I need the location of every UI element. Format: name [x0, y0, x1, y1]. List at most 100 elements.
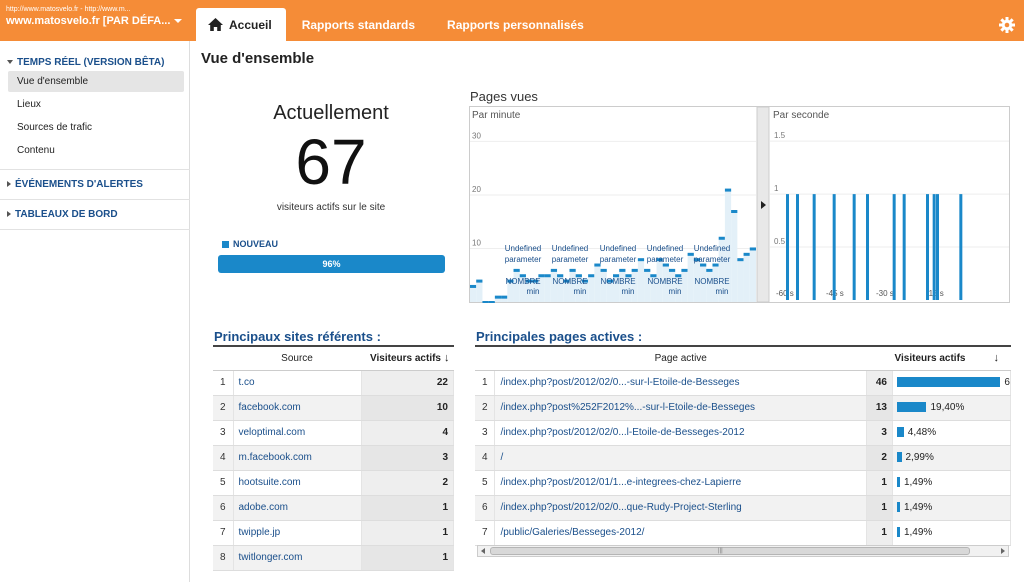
row-index: 2	[475, 395, 496, 421]
grip-icon: |||	[718, 548, 723, 554]
source-link[interactable]: m.facebook.com	[233, 445, 362, 471]
page-link[interactable]: /index.php?post/2012/02/0...-sur-l-Etoil…	[494, 370, 867, 396]
visitors-value: 1	[361, 495, 454, 521]
tab-accueil[interactable]: Accueil	[196, 8, 286, 41]
sidebar-item-locations[interactable]: Lieux	[8, 94, 184, 115]
bar-top	[600, 268, 607, 272]
spike-bar	[786, 194, 789, 300]
y-tick-label: 0.5	[774, 237, 786, 246]
source-link[interactable]: twitlonger.com	[233, 545, 362, 571]
sidebar-item-traffic-sources[interactable]: Sources de trafic	[8, 117, 184, 138]
scroll-right-icon[interactable]	[1001, 548, 1005, 554]
bar-top	[718, 236, 725, 240]
bar-area	[637, 259, 645, 302]
page-link[interactable]: /public/Galeries/Besseges-2012/	[494, 520, 867, 546]
bar-area	[476, 280, 483, 302]
table-row[interactable]: 7 twipple.jp 1	[213, 520, 454, 546]
row-index: 5	[213, 470, 234, 496]
horizontal-scrollbar[interactable]: |||	[477, 545, 1009, 557]
home-icon	[208, 18, 223, 31]
spike-bar	[902, 194, 906, 300]
sidebar-section-realtime[interactable]: TEMPS RÉEL (VERSION BÊTA)	[0, 57, 164, 68]
sidebar-section-alerts[interactable]: ÉVÉNEMENTS D'ALERTES	[0, 179, 143, 190]
source-link[interactable]: twipple.jp	[233, 520, 362, 546]
table-row[interactable]: 4 m.facebook.com 3	[213, 445, 454, 471]
triangle-right-icon	[7, 211, 11, 218]
source-link[interactable]: facebook.com	[233, 395, 362, 421]
sidebar: TEMPS RÉEL (VERSION BÊTA) Vue d'ensemble…	[0, 41, 190, 582]
visitors-bar	[896, 452, 902, 463]
visitors-percent: 1,49%	[903, 476, 933, 488]
y-tick-label: 30	[472, 131, 481, 140]
table-row[interactable]: 7/public/Galeries/Besseges-2012/1 1,49%	[475, 520, 1012, 546]
bar-top	[488, 301, 495, 303]
bar-top	[743, 252, 750, 256]
scroll-thumb[interactable]	[490, 547, 970, 555]
source-link[interactable]: t.co	[233, 370, 362, 396]
bar-top	[737, 258, 744, 262]
page-link[interactable]: /index.php?post/2012/02/0...l-Etoile-de-…	[494, 420, 867, 446]
table-row[interactable]: 6 adobe.com 1	[213, 495, 454, 521]
visitors-value: 10	[361, 395, 454, 421]
table-row[interactable]: 3 veloptimal.com 4	[213, 420, 454, 446]
sidebar-item-content[interactable]: Contenu	[8, 140, 184, 161]
col-index	[475, 346, 495, 371]
table-row[interactable]: 3/index.php?post/2012/02/0...l-Etoile-de…	[475, 420, 1012, 446]
scroll-left-icon[interactable]	[481, 548, 485, 554]
spike-bar	[892, 194, 896, 300]
visitors-value: 2	[866, 445, 893, 471]
page-link[interactable]: /index.php?post/2012/02/0...que-Rudy-Pro…	[494, 495, 867, 521]
account-selector[interactable]: http://www.matosvelo.fr - http://www.m..…	[6, 6, 183, 28]
page-link[interactable]: /index.php?post/2012/01/1...e-integrees-…	[494, 470, 867, 496]
source-link[interactable]: hootsuite.com	[233, 470, 362, 496]
sidebar-section-dashboards[interactable]: TABLEAUX DE BORD	[0, 209, 118, 220]
spike-bar	[932, 194, 936, 300]
bar-area	[749, 248, 756, 302]
visitors-value: 1	[361, 520, 454, 546]
row-index: 3	[213, 420, 234, 446]
visitors-bar	[896, 402, 927, 413]
source-link[interactable]: adobe.com	[233, 495, 362, 521]
new-visitors-bar: 96%	[218, 255, 445, 273]
tab-label: Accueil	[229, 17, 272, 32]
source-link[interactable]: veloptimal.com	[233, 420, 362, 446]
page-link[interactable]: /index.php?post%252F2012%...-sur-l-Etoil…	[494, 395, 867, 421]
table-row[interactable]: 5 hootsuite.com 2	[213, 470, 454, 496]
tab-rapports-personnalises[interactable]: Rapports personnalisés	[431, 8, 600, 41]
pages-table: Page active Visiteurs actifs ↓ 1/index.ph…	[475, 345, 1012, 546]
gear-icon[interactable]	[999, 17, 1015, 33]
col-source[interactable]: Source	[233, 346, 361, 371]
visitors-value: 2	[361, 470, 454, 496]
visitors-value: 3	[866, 420, 893, 446]
table-row[interactable]: 5/index.php?post/2012/01/1...e-integrees…	[475, 470, 1012, 496]
col-visitors[interactable]: Visiteurs actifs ↓	[361, 346, 454, 371]
visitors-percent: 1,49%	[903, 501, 933, 513]
col-page[interactable]: Page active	[494, 346, 867, 371]
table-row[interactable]: 2 facebook.com 10	[213, 395, 454, 421]
table-row[interactable]: 1/index.php?post/2012/02/0...-sur-l-Etoi…	[475, 370, 1012, 396]
row-index: 4	[213, 445, 234, 471]
bar-top	[619, 268, 626, 272]
page-link[interactable]: /	[494, 445, 867, 471]
spike-bar	[812, 194, 816, 300]
spike-bar	[936, 194, 939, 300]
visitors-percent: 4,48%	[907, 426, 937, 438]
table-row[interactable]: 6/index.php?post/2012/02/0...que-Rudy-Pr…	[475, 495, 1012, 521]
table-row[interactable]: 4/2 2,99%	[475, 445, 1012, 471]
bar-top	[631, 268, 638, 272]
triangle-right-icon	[7, 181, 11, 188]
table-row[interactable]: 2/index.php?post%252F2012%...-sur-l-Etoi…	[475, 395, 1012, 421]
pages-title: Principales pages actives :	[476, 329, 643, 344]
table-row[interactable]: 1 t.co 22	[213, 370, 454, 396]
visitors-bar	[896, 377, 1001, 388]
visitors-bar-cell: 4,48%	[892, 420, 1012, 446]
visitors-bar	[896, 477, 900, 488]
bar-top	[494, 295, 502, 299]
col-visitors[interactable]: Visiteurs actifs ↓	[866, 346, 1011, 371]
tab-rapports-standards[interactable]: Rapports standards	[286, 8, 431, 41]
sidebar-item-overview[interactable]: Vue d'ensemble	[8, 71, 184, 92]
visitors-value: 13	[866, 395, 893, 421]
chart-title: Pages vues	[470, 89, 538, 104]
active-visitors-count: 67	[295, 126, 367, 198]
table-row[interactable]: 8 twitlonger.com 1	[213, 545, 454, 571]
